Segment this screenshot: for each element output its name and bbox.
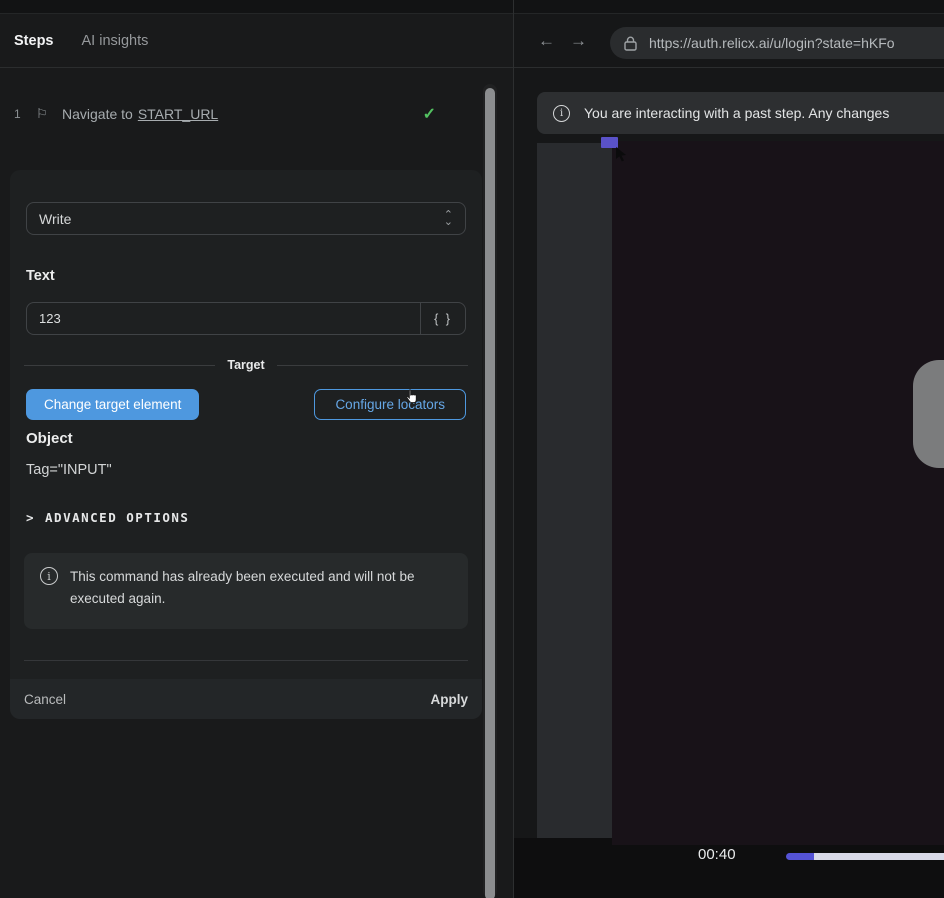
past-step-banner: i You are interacting with a past step. …: [537, 92, 944, 134]
browser-preview-panel: ← → https://auth.relicx.ai/u/login?state…: [514, 14, 944, 898]
object-value: Tag="INPUT": [26, 462, 112, 478]
start-url-link[interactable]: START_URL: [138, 106, 218, 122]
target-buttons-row: Change target element Configure locators: [26, 389, 466, 420]
step-row-1[interactable]: 1 ⚐ Navigate to START_URL ✓: [0, 96, 482, 132]
braces-icon: { }: [434, 312, 452, 326]
text-input[interactable]: [26, 302, 420, 335]
advanced-options-label: ADVANCED OPTIONS: [45, 510, 189, 525]
playback-time: 00:40: [698, 846, 736, 863]
insert-variable-button[interactable]: { }: [420, 302, 466, 335]
tab-ai-insights[interactable]: AI insights: [82, 33, 149, 49]
edge-drag-handle[interactable]: [913, 360, 944, 468]
lock-icon: [624, 36, 637, 51]
past-step-banner-text: You are interacting with a past step. An…: [584, 105, 889, 121]
info-message: This command has already been executed a…: [70, 566, 440, 616]
panel-tabbar: Steps AI insights: [0, 14, 513, 68]
address-bar[interactable]: https://auth.relicx.ai/u/login?state=hKF…: [610, 27, 944, 59]
object-label: Object: [26, 430, 73, 447]
already-executed-info-box: i This command has already been executed…: [24, 553, 468, 629]
step-success-check-icon: ✓: [423, 104, 436, 124]
panel-scrollbar-thumb[interactable]: [485, 88, 495, 898]
text-field-label: Text: [26, 268, 55, 284]
window-top-strip: [0, 0, 944, 14]
tab-steps[interactable]: Steps: [14, 33, 54, 49]
chevron-right-icon: >: [26, 510, 35, 525]
url-text: https://auth.relicx.ai/u/login?state=hKF…: [649, 35, 895, 51]
divider-line: [24, 365, 215, 366]
select-chevrons-icon: ⌃⌄: [444, 212, 453, 226]
flag-icon: ⚐: [36, 106, 62, 122]
info-icon: i: [40, 567, 58, 585]
captured-page-sidebar: [537, 143, 612, 838]
captured-page-content: [612, 141, 944, 845]
recorded-cursor-icon: [614, 146, 628, 162]
advanced-options-toggle[interactable]: > ADVANCED OPTIONS: [26, 510, 189, 525]
action-type-select[interactable]: Write ⌃⌄: [26, 202, 466, 235]
step-label: Navigate to: [62, 106, 133, 122]
steps-panel: Steps AI insights 1 ⚐ Navigate to START_…: [0, 14, 513, 898]
action-type-value: Write: [39, 211, 71, 227]
cancel-button[interactable]: Cancel: [24, 692, 66, 707]
configure-locators-button[interactable]: Configure locators: [314, 389, 466, 420]
back-button[interactable]: ←: [538, 31, 555, 51]
footer-divider: [24, 660, 468, 661]
target-section-label: Target: [215, 358, 276, 372]
info-icon: i: [553, 105, 570, 122]
step-number: 1: [14, 107, 36, 121]
target-section-divider: Target: [24, 358, 468, 372]
step-editor-card: Write ⌃⌄ Text { } Target Change target e…: [10, 170, 482, 719]
playback-progress-track[interactable]: [814, 853, 944, 860]
change-target-element-button[interactable]: Change target element: [26, 389, 199, 420]
divider-line: [277, 365, 468, 366]
text-input-row: { }: [26, 302, 466, 335]
browser-toolbar: ← → https://auth.relicx.ai/u/login?state…: [514, 14, 944, 68]
playback-progress-fill[interactable]: [786, 853, 814, 860]
apply-button[interactable]: Apply: [430, 692, 468, 707]
forward-button[interactable]: →: [570, 31, 587, 51]
editor-footer: Cancel Apply: [10, 679, 482, 719]
